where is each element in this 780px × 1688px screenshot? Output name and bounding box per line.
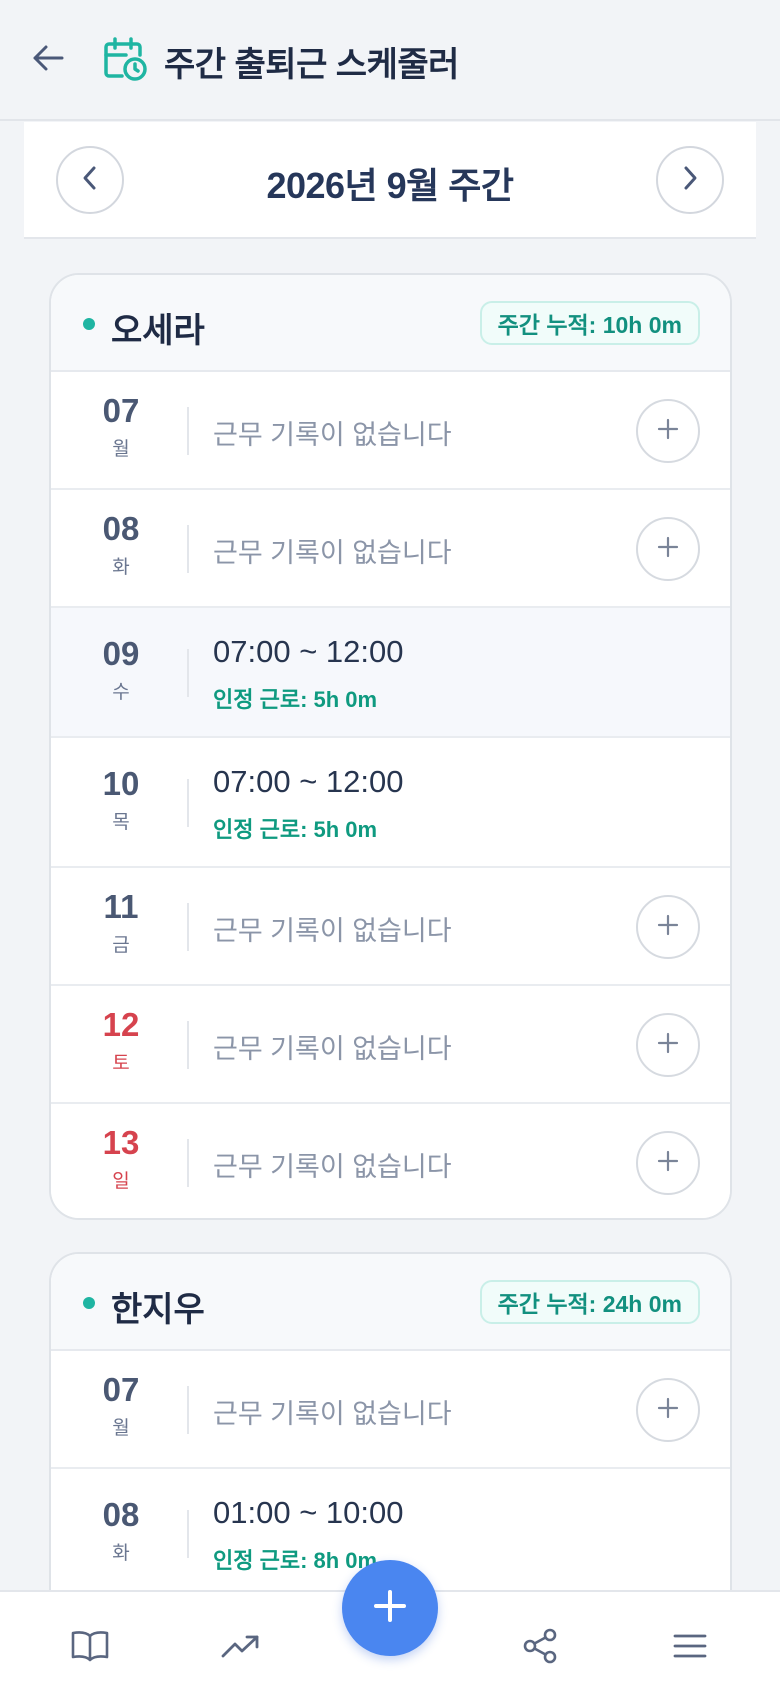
person-name: 한지우 [111, 1291, 205, 1329]
book-icon[interactable] [68, 1624, 112, 1668]
day-date: 07 [102, 392, 140, 429]
divider [187, 525, 189, 573]
plus-icon [657, 418, 679, 445]
day-date: 07 [102, 1371, 140, 1408]
day-weekday: 월 [112, 1418, 130, 1439]
day-date: 10 [102, 765, 140, 802]
page-title: 주간 출퇴근 스케줄러 [164, 46, 459, 84]
divider [187, 903, 189, 951]
plus-icon [657, 536, 679, 563]
empty-record-text: 근무 기록이 없습니다 [213, 1399, 452, 1429]
approved-hours: 인정 근로: 8h 0m [213, 1548, 378, 1573]
empty-record-text: 근무 기록이 없습니다 [213, 538, 452, 568]
day-weekday: 일 [112, 1171, 130, 1192]
day-date: 08 [102, 1496, 140, 1533]
plus-icon [657, 1150, 679, 1177]
day-row: 12 토 근무 기록이 없습니다 [51, 986, 730, 1104]
chevron-right-icon [682, 165, 698, 196]
day-date: 13 [102, 1124, 140, 1161]
day-row[interactable]: 09 수 07:00 ~ 12:00 인정 근로: 5h 0m [51, 608, 730, 738]
divider [187, 779, 189, 827]
day-weekday: 화 [112, 557, 130, 578]
add-shift-button[interactable] [636, 1378, 700, 1442]
day-date: 12 [102, 1006, 140, 1043]
divider [187, 1139, 189, 1187]
day-date: 09 [102, 635, 140, 672]
add-shift-button[interactable] [636, 517, 700, 581]
status-dot [83, 1297, 95, 1309]
person-card-header: 한지우 주간 누적: 24h 0m [51, 1254, 730, 1351]
plus-icon [657, 914, 679, 941]
divider [187, 1386, 189, 1434]
divider [187, 407, 189, 455]
empty-record-text: 근무 기록이 없습니다 [213, 1034, 452, 1064]
day-row: 07 월 근무 기록이 없습니다 [51, 372, 730, 490]
add-fab-button[interactable] [342, 1560, 438, 1656]
shift-time: 07:00 ~ 12:00 [213, 764, 404, 799]
day-date: 11 [103, 888, 139, 925]
day-row[interactable]: 10 목 07:00 ~ 12:00 인정 근로: 5h 0m [51, 738, 730, 868]
week-navigator: 2026년 9월 주간 [24, 122, 756, 239]
approved-hours: 인정 근로: 5h 0m [213, 687, 378, 712]
weekly-total-badge: 주간 누적: 24h 0m [479, 1280, 700, 1324]
person-card: 오세라 주간 누적: 10h 0m 07 월 근무 기록이 없습니다 08 화 … [49, 273, 732, 1220]
trending-up-icon[interactable] [218, 1624, 262, 1668]
day-row: 08 화 근무 기록이 없습니다 [51, 490, 730, 608]
app-root: 주간 출퇴근 스케줄러 2026년 9월 주간 오세라 주간 누적: 10h 0… [0, 0, 780, 1688]
day-date: 08 [102, 510, 140, 547]
approved-hours: 인정 근로: 5h 0m [213, 817, 378, 842]
empty-record-text: 근무 기록이 없습니다 [213, 916, 452, 946]
day-weekday: 목 [112, 812, 130, 833]
empty-record-text: 근무 기록이 없습니다 [213, 1152, 452, 1182]
plus-icon [372, 1588, 408, 1629]
day-weekday: 화 [112, 1543, 130, 1564]
day-row: 11 금 근무 기록이 없습니다 [51, 868, 730, 986]
next-week-button[interactable] [656, 146, 724, 214]
day-row: 07 월 근무 기록이 없습니다 [51, 1351, 730, 1469]
day-weekday: 토 [112, 1053, 130, 1074]
day-row: 13 일 근무 기록이 없습니다 [51, 1104, 730, 1218]
person-card-header: 오세라 주간 누적: 10h 0m [51, 275, 730, 372]
shift-time: 07:00 ~ 12:00 [213, 634, 404, 669]
day-weekday: 수 [112, 682, 130, 703]
status-dot [83, 318, 95, 330]
add-shift-button[interactable] [636, 1013, 700, 1077]
calendar-clock-icon [102, 36, 148, 82]
divider [187, 1021, 189, 1069]
plus-icon [657, 1397, 679, 1424]
add-shift-button[interactable] [636, 399, 700, 463]
weekly-total-badge: 주간 누적: 10h 0m [479, 301, 700, 345]
person-name: 오세라 [111, 312, 205, 350]
day-weekday: 금 [112, 935, 130, 956]
empty-record-text: 근무 기록이 없습니다 [213, 420, 452, 450]
app-header: 주간 출퇴근 스케줄러 [0, 0, 780, 121]
menu-icon[interactable] [668, 1624, 712, 1668]
day-weekday: 월 [112, 439, 130, 460]
plus-icon [657, 1032, 679, 1059]
divider [187, 649, 189, 697]
add-shift-button[interactable] [636, 895, 700, 959]
add-shift-button[interactable] [636, 1131, 700, 1195]
week-label: 2026년 9월 주간 [266, 165, 514, 206]
arrow-left-icon[interactable] [28, 38, 68, 78]
divider [187, 1510, 189, 1558]
share-icon[interactable] [518, 1624, 562, 1668]
shift-time: 01:00 ~ 10:00 [213, 1495, 404, 1530]
